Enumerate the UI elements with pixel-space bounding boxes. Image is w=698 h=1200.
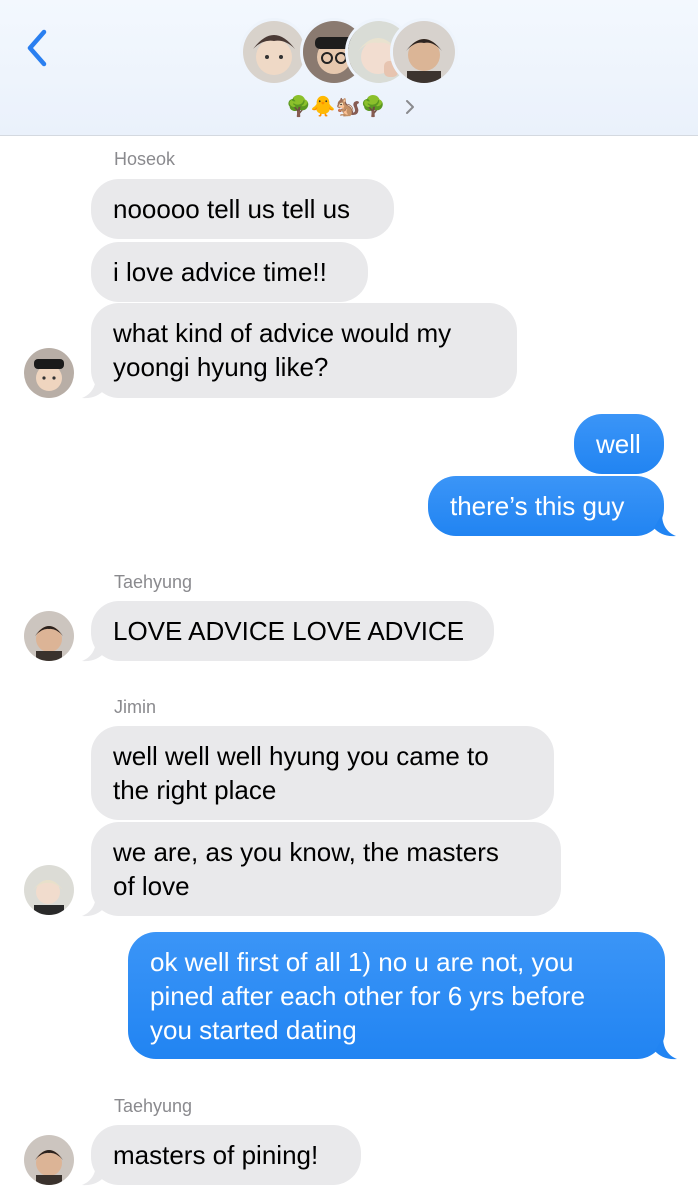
group-avatar-4[interactable] bbox=[390, 18, 458, 86]
message-bubble[interactable]: well well well hyung you came to the rig… bbox=[91, 726, 554, 820]
message-text: there’s this guy bbox=[450, 491, 625, 521]
message-text-line: well well well hyung you came to bbox=[113, 741, 489, 771]
message-bubble[interactable]: LOVE ADVICE LOVE ADVICE bbox=[91, 601, 494, 661]
message-bubble[interactable]: we are, as you know, the masters of love bbox=[91, 822, 561, 916]
taehyung-avatar[interactable] bbox=[24, 611, 74, 661]
message-text: i love advice time!! bbox=[113, 257, 327, 287]
message-bubble[interactable]: masters of pining! bbox=[91, 1125, 361, 1185]
bubble-tail bbox=[82, 1163, 104, 1186]
message-text-line: the right place bbox=[113, 775, 277, 805]
taehyung-avatar[interactable] bbox=[24, 1135, 74, 1185]
message-text: well bbox=[596, 429, 641, 459]
sender-name: Taehyung bbox=[114, 572, 193, 592]
message-bubble-sent[interactable]: there’s this guy bbox=[428, 476, 664, 536]
message-text: masters of pining! bbox=[113, 1140, 319, 1170]
bubble-tail bbox=[82, 894, 104, 917]
message-text-line: ok well first of all 1) no u are not, yo… bbox=[150, 947, 574, 977]
message-bubble-sent[interactable]: ok well first of all 1) no u are not, yo… bbox=[128, 932, 665, 1059]
conversation-header: 🌳🐥🐿️🌳 bbox=[0, 0, 698, 136]
sender-name: Taehyung bbox=[114, 1096, 193, 1116]
message-bubble[interactable]: what kind of advice would my yoongi hyun… bbox=[91, 303, 517, 398]
back-chevron-icon[interactable] bbox=[22, 28, 58, 68]
message-text-line: pined after each other for 6 yrs before bbox=[150, 981, 586, 1011]
message-text-line: of love bbox=[113, 871, 190, 901]
message-bubble[interactable]: i love advice time!! bbox=[91, 242, 368, 302]
jimin-avatar[interactable] bbox=[24, 865, 74, 915]
message-bubble-sent[interactable]: well bbox=[574, 414, 664, 474]
bubble-tail bbox=[655, 1037, 677, 1060]
bubble-tail bbox=[654, 514, 676, 537]
message-text-line: what kind of advice would my bbox=[113, 318, 452, 348]
bubble-tail bbox=[82, 376, 104, 399]
message-text-line: we are, as you know, the masters bbox=[113, 837, 499, 867]
sender-name: Jimin bbox=[114, 697, 157, 717]
message-text: nooooo tell us tell us bbox=[113, 194, 351, 224]
message-text: LOVE ADVICE LOVE ADVICE bbox=[113, 616, 465, 646]
hoseok-avatar[interactable] bbox=[24, 348, 74, 398]
message-text-line: yoongi hyung like? bbox=[113, 352, 329, 382]
bubble-tail bbox=[82, 639, 104, 662]
message-bubble[interactable]: nooooo tell us tell us bbox=[91, 179, 394, 239]
chevron-right-icon[interactable] bbox=[404, 98, 416, 116]
message-text-line: you started dating bbox=[150, 1015, 357, 1045]
group-avatar-1[interactable] bbox=[240, 18, 308, 86]
sender-name: Hoseok bbox=[114, 149, 176, 169]
